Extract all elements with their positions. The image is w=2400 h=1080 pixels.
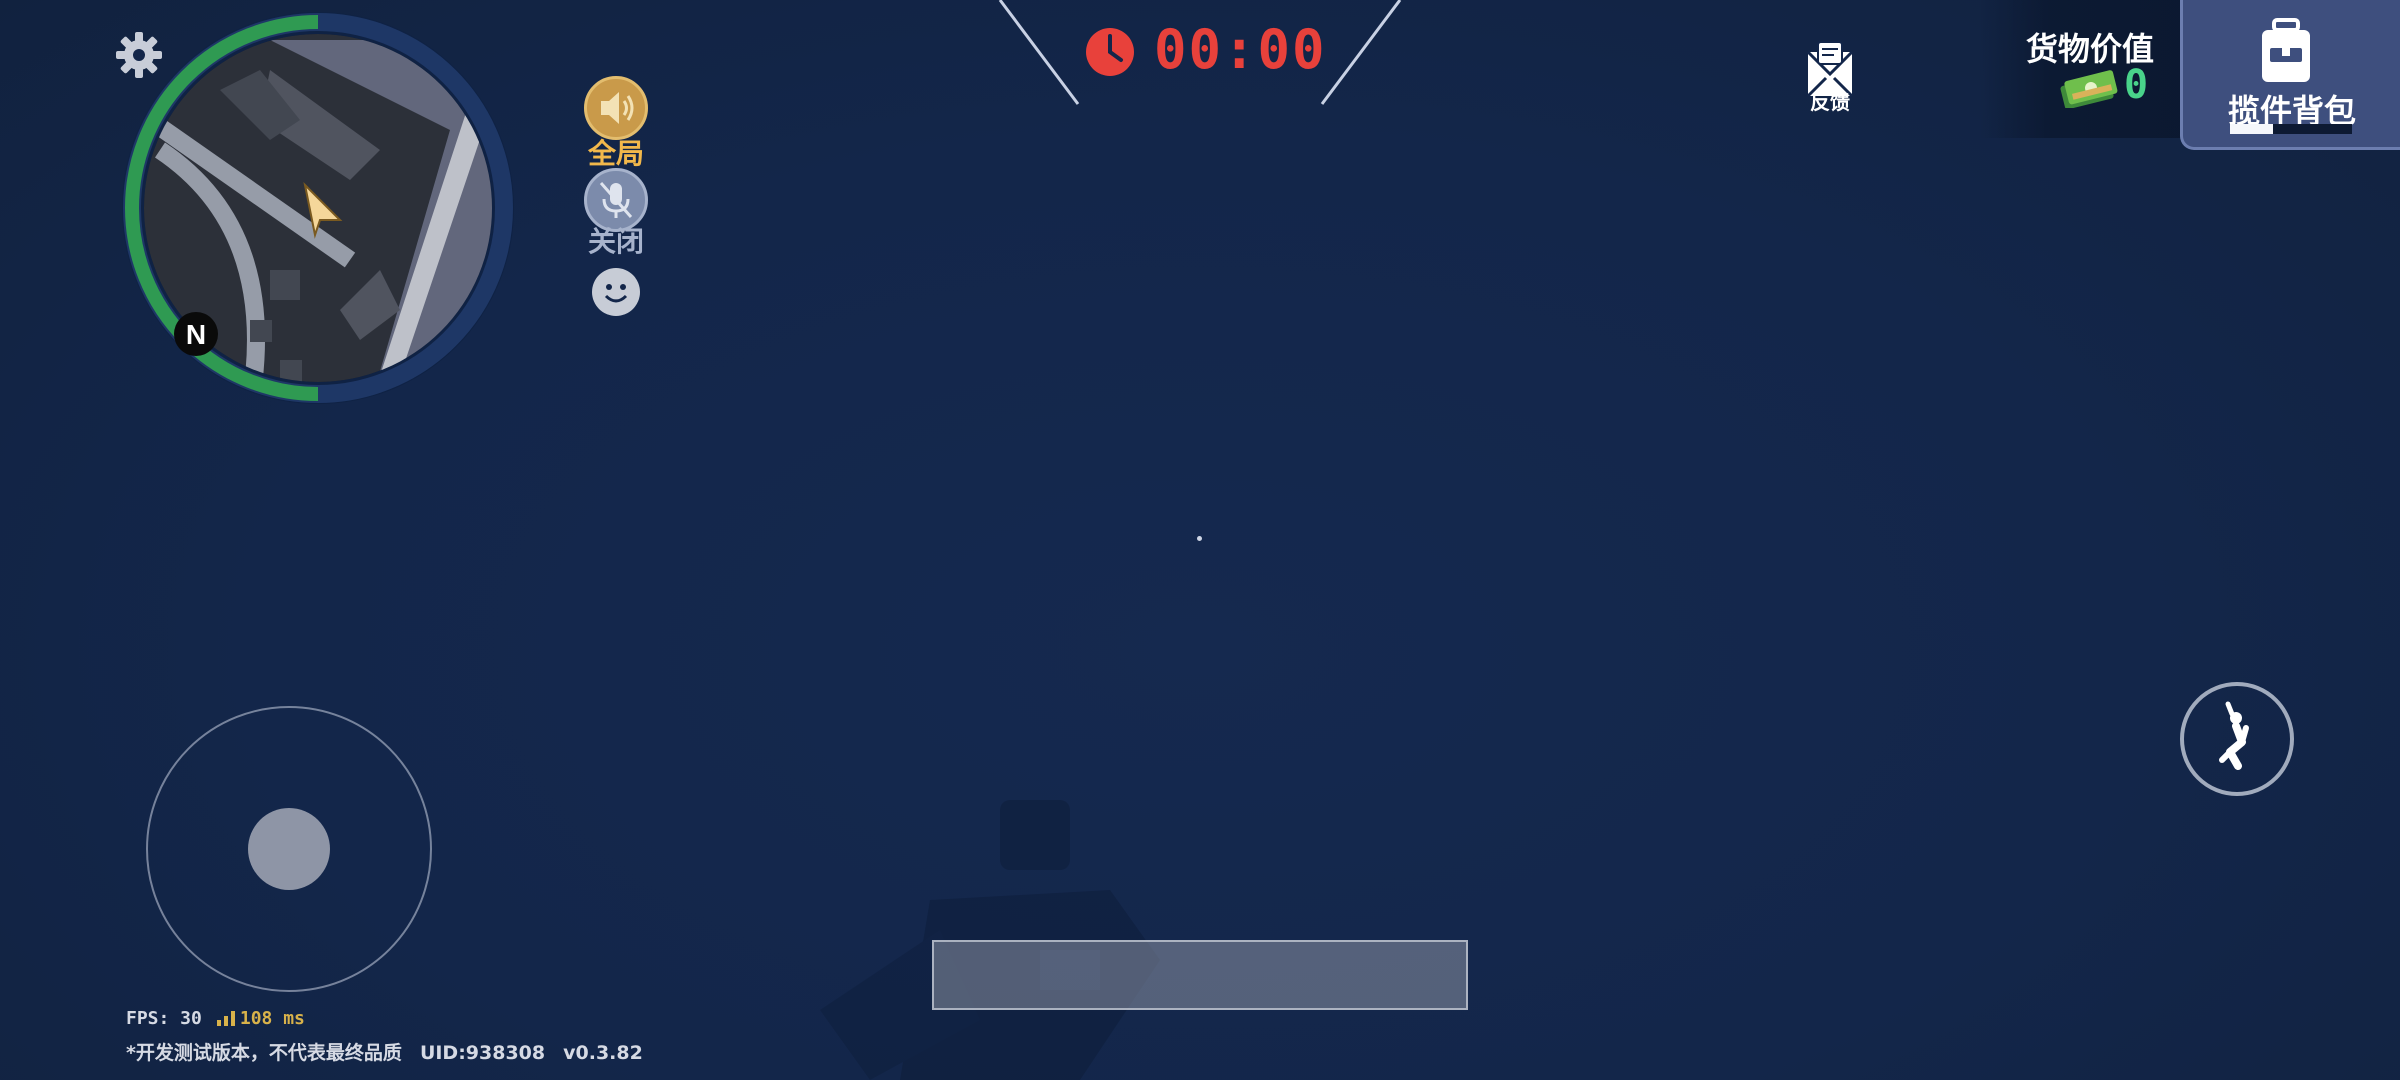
money-icon: [2060, 70, 2118, 108]
ping-readout: 108 ms: [216, 1008, 305, 1029]
build-info: *开发测试版本，不代表最终品质 UID:938308 v0.3.82: [126, 1038, 643, 1065]
interaction-prompt-box: [932, 940, 1468, 1010]
game-viewport: N 全局 关闭 00:00 反馈 货物价值 0 揽件背包 FPS: 30 108…: [0, 0, 2400, 1080]
backpack-icon[interactable]: [2256, 18, 2316, 86]
uid-text: UID:938308: [419, 1042, 546, 1064]
fps-readout: FPS: 30 108 ms: [126, 1008, 305, 1029]
match-timer: 00:00: [1154, 18, 1327, 81]
mic-toggle-label: 关闭: [587, 226, 644, 257]
voice-global-label: 全局: [587, 138, 644, 169]
player-character: [820, 800, 1160, 1080]
feedback-label: 反馈: [1810, 92, 1850, 114]
emote-button[interactable]: [592, 268, 640, 316]
cargo-value-amount: 0: [2124, 62, 2149, 108]
build-notice: *开发测试版本，不代表最终品质: [126, 1042, 402, 1064]
jump-button[interactable]: [2180, 682, 2294, 796]
minimap[interactable]: N: [120, 10, 516, 406]
smiley-icon: [604, 284, 628, 303]
crosshair: [1197, 536, 1202, 541]
jump-icon: [2219, 701, 2249, 770]
version-text: v0.3.82: [563, 1042, 643, 1064]
backpack-capacity-fill: [2230, 124, 2273, 134]
clock-icon: [1086, 28, 1134, 76]
fps-text: FPS: 30: [126, 1008, 202, 1029]
joystick-knob[interactable]: [248, 808, 330, 890]
north-indicator: N: [186, 319, 206, 350]
voice-global-button[interactable]: [584, 76, 648, 140]
ping-text: 108 ms: [239, 1008, 305, 1029]
backpack-capacity-bar: [2230, 124, 2352, 134]
speaker-icon: [601, 92, 634, 124]
signal-icon: [216, 1011, 235, 1026]
